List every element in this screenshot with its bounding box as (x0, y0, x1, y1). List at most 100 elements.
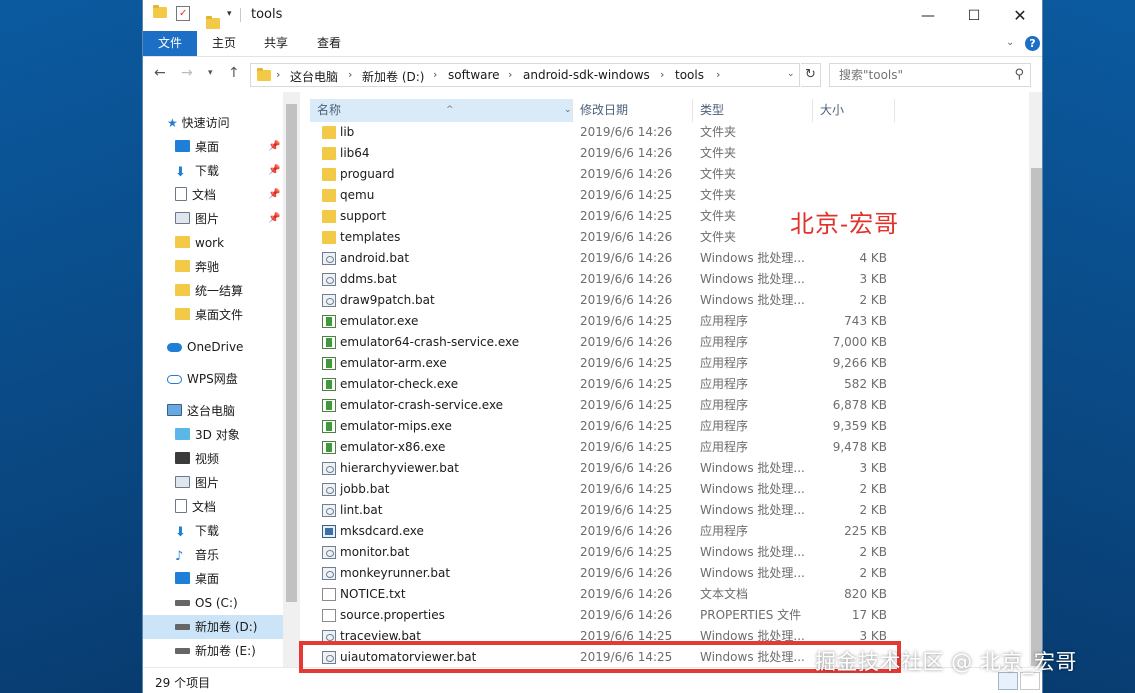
nav-item-benz[interactable]: 奔驰 (175, 255, 219, 279)
breadcrumb-separator-icon[interactable]: › (508, 68, 512, 81)
breadcrumb-this-pc[interactable]: 这台电脑 (290, 68, 338, 85)
nav-item-documents-pc[interactable]: 文档 (175, 495, 216, 519)
file-row[interactable]: emulator-x86.exe 2019/6/6 14:25 应用程序 9,478 … (310, 437, 1030, 458)
file-row[interactable]: support 2019/6/6 14:25 文件夹 (310, 206, 1030, 227)
nav-item-drive-e[interactable]: 新加卷 (E:) (175, 639, 256, 663)
nav-item-downloads[interactable]: ⬇ 下载 (175, 159, 219, 183)
file-list-scrollbar[interactable] (1029, 92, 1042, 667)
file-row[interactable]: lint.bat 2019/6/6 14:25 Windows 批处理... 2 KB (310, 500, 1030, 521)
recent-locations-chevron-icon[interactable]: ▾ (208, 68, 213, 78)
properties-icon[interactable]: ✓ (176, 6, 190, 21)
column-header-date[interactable]: 修改日期 (573, 99, 691, 122)
nav-item-desktop-files[interactable]: 桌面文件 (175, 303, 243, 327)
tab-view[interactable]: 查看 (306, 31, 352, 56)
address-dropdown-chevron-icon[interactable]: ⌄ (787, 69, 795, 79)
file-row[interactable]: ddms.bat 2019/6/6 14:26 Windows 批处理... 3 KB (310, 269, 1030, 290)
nav-item-desktop[interactable]: 桌面 (175, 135, 219, 159)
refresh-icon[interactable]: ↻ (801, 63, 821, 87)
file-row[interactable]: templates 2019/6/6 14:26 文件夹 (310, 227, 1030, 248)
new-folder-icon[interactable] (206, 16, 220, 29)
nav-item-drive-c[interactable]: OS (C:) (175, 591, 238, 615)
file-row[interactable]: mksdcard.exe 2019/6/6 14:26 应用程序 225 KB (310, 521, 1030, 542)
desktop-icon (175, 140, 190, 152)
nav-onedrive[interactable]: OneDrive (167, 335, 243, 359)
column-header-type[interactable]: 类型 (693, 99, 811, 122)
nav-item-settlement[interactable]: 统一结算 (175, 279, 243, 303)
breadcrumb-separator-icon[interactable]: › (716, 68, 720, 81)
search-icon[interactable]: ⚲ (1014, 67, 1024, 82)
search-input[interactable] (830, 64, 1000, 86)
file-row[interactable]: lib64 2019/6/6 14:26 文件夹 (310, 143, 1030, 164)
tab-share[interactable]: 共享 (253, 31, 299, 56)
address-bar[interactable]: › 这台电脑 › 新加卷 (D:) › software › android-s… (250, 63, 800, 87)
search-box[interactable]: ⚲ (829, 63, 1031, 87)
pin-icon[interactable]: 📌 (268, 189, 280, 200)
file-date: 2019/6/6 14:26 (580, 461, 673, 475)
column-header-name[interactable]: 名称 ^ ⌄ (310, 99, 572, 122)
maximize-button[interactable]: ☐ (951, 0, 997, 31)
expand-ribbon-chevron-icon[interactable]: ⌄ (1006, 37, 1014, 48)
navigation-scroll-thumb[interactable] (286, 104, 297, 602)
nav-item-work[interactable]: work (175, 231, 224, 255)
nav-item-pictures-pc[interactable]: 图片 (175, 471, 219, 495)
minimize-button[interactable]: — (905, 0, 951, 31)
file-row[interactable]: monitor.bat 2019/6/6 14:25 Windows 批处理... 2… (310, 542, 1030, 563)
file-row[interactable]: emulator-arm.exe 2019/6/6 14:25 应用程序 9,266 … (310, 353, 1030, 374)
nav-item-downloads-pc[interactable]: ⬇ 下载 (175, 519, 219, 543)
file-row[interactable]: jobb.bat 2019/6/6 14:25 Windows 批处理... 2 KB (310, 479, 1030, 500)
column-header-size[interactable]: 大小 (813, 99, 893, 122)
file-row[interactable]: emulator64-crash-service.exe 2019/6/6 14:… (310, 332, 1030, 353)
back-arrow-icon[interactable]: ← (154, 65, 166, 81)
nav-item-desktop-pc[interactable]: 桌面 (175, 567, 219, 591)
file-row[interactable]: android.bat 2019/6/6 14:26 Windows 批处理... 4… (310, 248, 1030, 269)
navigation-scrollbar[interactable] (283, 92, 300, 667)
file-row[interactable]: lib 2019/6/6 14:26 文件夹 (310, 122, 1030, 143)
column-divider[interactable] (894, 99, 895, 122)
file-list-scroll-thumb[interactable] (1031, 168, 1042, 666)
nav-item-3d-objects[interactable]: 3D 对象 (175, 423, 240, 447)
nav-item-music[interactable]: ♪ 音乐 (175, 543, 219, 567)
nav-this-pc[interactable]: 这台电脑 (167, 399, 235, 423)
pin-icon[interactable]: 📌 (268, 213, 280, 224)
file-row[interactable]: emulator-check.exe 2019/6/6 14:25 应用程序 582 … (310, 374, 1030, 395)
tab-home[interactable]: 主页 (201, 31, 247, 56)
breadcrumb-separator-icon[interactable]: › (348, 68, 352, 81)
column-filter-chevron-icon[interactable]: ⌄ (564, 99, 572, 122)
tab-file[interactable]: 文件 (143, 31, 197, 56)
close-button[interactable]: ✕ (997, 0, 1042, 31)
nav-item-videos[interactable]: 视频 (175, 447, 219, 471)
nav-item-pictures[interactable]: 图片 (175, 207, 219, 231)
nav-item-drive-d[interactable]: 新加卷 (D:) (143, 615, 283, 639)
breadcrumb-software[interactable]: software (448, 68, 500, 82)
forward-arrow-icon[interactable]: → (181, 65, 193, 81)
file-name: ddms.bat (340, 272, 397, 286)
file-row[interactable]: emulator-crash-service.exe 2019/6/6 14:25… (310, 395, 1030, 416)
file-row[interactable]: monkeyrunner.bat 2019/6/6 14:26 Windows 批处… (310, 563, 1030, 584)
breadcrumb-separator-icon[interactable]: › (276, 68, 280, 81)
help-icon[interactable]: ? (1025, 36, 1040, 51)
watermark: 掘金技术社区 @ 北京_宏哥 (815, 650, 1077, 674)
file-row[interactable]: qemu 2019/6/6 14:25 文件夹 (310, 185, 1030, 206)
file-size: 9,266 KB (832, 356, 887, 370)
customize-toolbar-chevron-icon[interactable]: ▾ (227, 9, 232, 19)
nav-wps[interactable]: WPS网盘 (167, 367, 238, 391)
file-date: 2019/6/6 14:26 (580, 272, 673, 286)
nav-item-documents[interactable]: 文档 (175, 183, 216, 207)
breadcrumb-drive-d[interactable]: 新加卷 (D:) (362, 68, 424, 85)
breadcrumb-separator-icon[interactable]: › (660, 68, 664, 81)
file-row[interactable]: NOTICE.txt 2019/6/6 14:26 文本文档 820 KB (310, 584, 1030, 605)
file-row[interactable]: source.properties 2019/6/6 14:26 PROPERTIE… (310, 605, 1030, 626)
breadcrumb-android-sdk-windows[interactable]: android-sdk-windows (523, 68, 650, 82)
breadcrumb-tools[interactable]: tools (675, 68, 704, 82)
pin-icon[interactable]: 📌 (268, 165, 280, 176)
up-arrow-icon[interactable]: ↑ (228, 65, 240, 81)
file-row[interactable]: hierarchyviewer.bat 2019/6/6 14:26 Windows… (310, 458, 1030, 479)
pin-icon[interactable]: 📌 (268, 141, 280, 152)
file-row[interactable]: draw9patch.bat 2019/6/6 14:26 Windows 批处理.… (310, 290, 1030, 311)
file-row[interactable]: emulator-mips.exe 2019/6/6 14:25 应用程序 9,359… (310, 416, 1030, 437)
batch-file-icon (322, 252, 336, 265)
nav-quick-access[interactable]: ★ 快速访问 (167, 111, 230, 135)
file-row[interactable]: emulator.exe 2019/6/6 14:25 应用程序 743 KB (310, 311, 1030, 332)
file-row[interactable]: proguard 2019/6/6 14:26 文件夹 (310, 164, 1030, 185)
breadcrumb-separator-icon[interactable]: › (433, 68, 437, 81)
